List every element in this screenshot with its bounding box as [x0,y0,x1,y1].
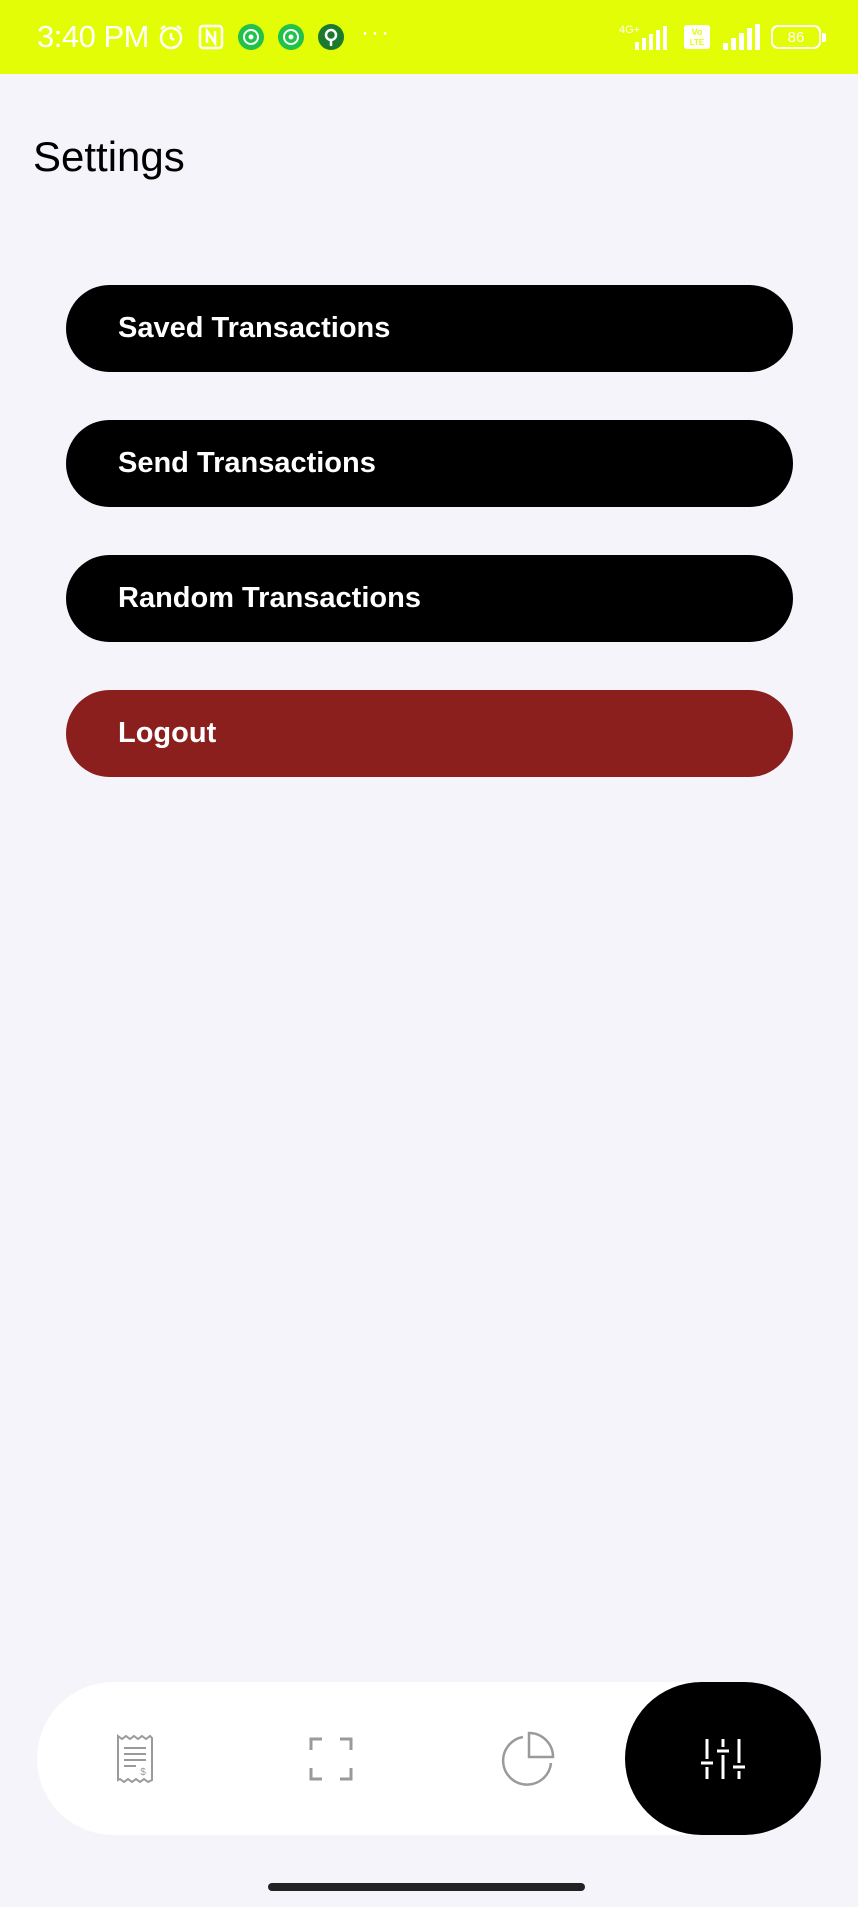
nav-scan[interactable] [256,1682,406,1835]
receipt-icon: $ [117,1733,153,1783]
nav-analytics[interactable] [452,1682,602,1835]
send-transactions-button[interactable]: Send Transactions [66,420,793,507]
page-title: Settings [33,133,185,180]
home-indicator[interactable] [268,1883,585,1891]
battery-icon: 86 [771,25,826,49]
signal-icon [723,24,760,50]
settings-menu: Saved Transactions Send Transactions Ran… [66,285,793,777]
button-label: Send Transactions [118,447,376,479]
svg-text:LTE: LTE [690,38,705,47]
button-label: Logout [118,717,217,749]
saved-transactions-button[interactable]: Saved Transactions [66,285,793,372]
nav-settings[interactable] [625,1682,821,1835]
whatsapp-icon [277,23,305,51]
button-label: Saved Transactions [118,312,391,344]
pie-chart-icon [501,1731,555,1786]
volte-icon: Vo LTE [684,25,710,49]
alarm-icon [157,23,185,51]
svg-text:Vo: Vo [692,27,703,37]
svg-text:$: $ [140,1767,146,1778]
button-label: Random Transactions [118,582,421,614]
battery-level: 86 [787,28,805,46]
network-type-label: 4G+ [619,24,640,36]
random-transactions-button[interactable]: Random Transactions [66,555,793,642]
bottom-nav: $ [37,1682,821,1835]
nfc-icon [197,23,225,51]
location-icon [317,23,345,51]
more-dots-icon: ··· [360,19,391,46]
status-time: 3:40 PM [37,19,149,54]
scan-frame-icon [309,1737,353,1780]
whatsapp-icon [237,23,265,51]
signal-icon: 4G+ [619,24,667,50]
status-bar: 3:40 PM ··· 4G+ Vo LTE 86 [0,0,858,74]
sliders-icon [701,1738,745,1779]
logout-button[interactable]: Logout [66,690,793,777]
status-right: 4G+ Vo LTE 86 [617,22,826,52]
nav-receipts[interactable]: $ [60,1682,210,1835]
notification-icons [157,23,345,51]
